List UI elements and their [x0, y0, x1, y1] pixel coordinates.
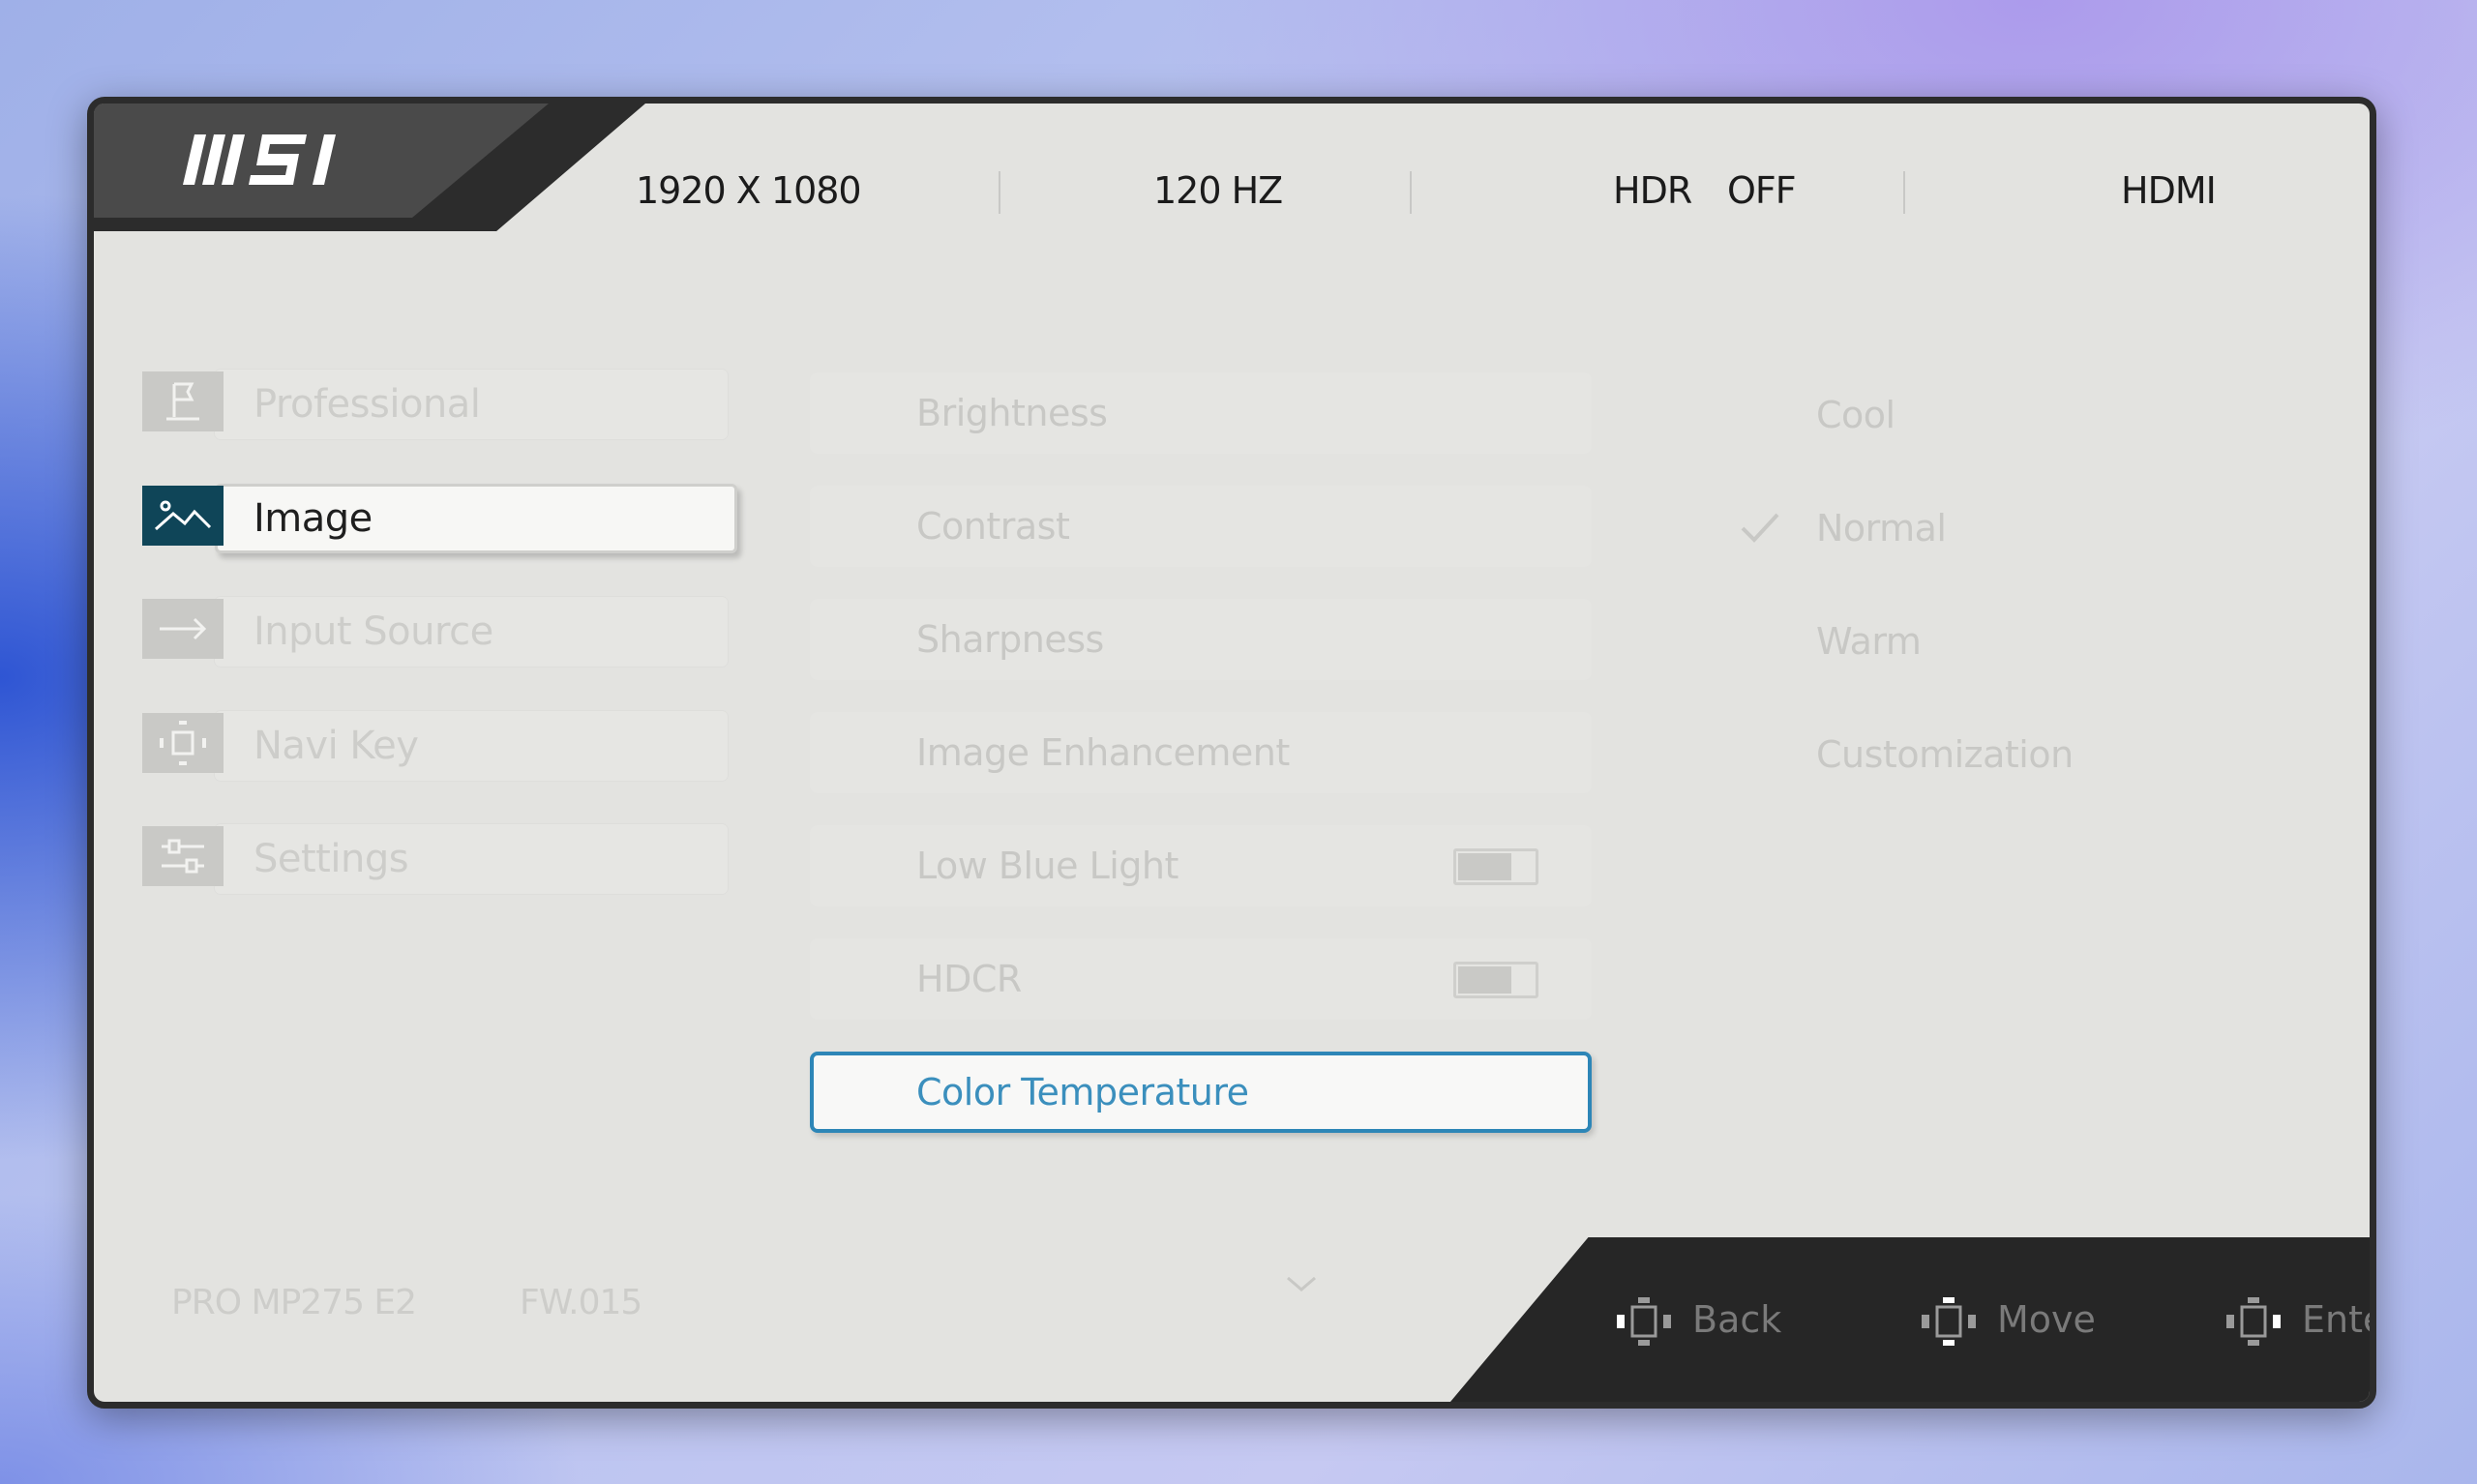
- resolution-text: 1920 X 1080: [636, 169, 862, 212]
- status-divider: [999, 171, 1000, 214]
- option-customization[interactable]: Customization: [1739, 716, 2319, 793]
- status-divider: [1903, 171, 1905, 214]
- input-source-text: HDMI: [2121, 169, 2217, 212]
- setting-color-temperature[interactable]: Color Temperature: [810, 1052, 1592, 1133]
- sliders-icon: [142, 826, 224, 886]
- move-label: Move: [1997, 1298, 2096, 1341]
- option-normal[interactable]: Normal: [1739, 490, 2319, 567]
- status-bar: 1920 X 1080 120 HZ HDR OFF HDMI: [636, 152, 2358, 229]
- navi-key-enter-icon: [2226, 1297, 2281, 1346]
- hdr-value: OFF: [1727, 169, 1797, 212]
- refresh-rate-text: 120 HZ: [1153, 169, 1283, 212]
- low-blue-light-toggle[interactable]: [1453, 848, 1538, 885]
- flag-icon: [142, 371, 224, 431]
- checkmark-icon: [1741, 513, 1779, 543]
- nav-hint-bar: Back Move Enter: [1450, 1237, 2370, 1402]
- setting-hdcr[interactable]: HDCR: [810, 938, 1592, 1020]
- option-label: Warm: [1816, 620, 1922, 663]
- navi-key-icon: [142, 713, 224, 773]
- image-icon: [142, 486, 224, 546]
- setting-label: Low Blue Light: [916, 845, 1179, 887]
- arrow-right-icon: [142, 599, 224, 659]
- menu-item-professional[interactable]: Professional: [142, 370, 732, 439]
- enter-label: Enter: [2302, 1298, 2370, 1341]
- menu-item-label: Professional: [254, 382, 481, 427]
- menu-item-label: Image: [254, 496, 373, 541]
- status-divider: [1410, 171, 1412, 214]
- setting-label: Image Enhancement: [916, 731, 1290, 774]
- setting-label: Brightness: [916, 392, 1108, 434]
- menu-item-label: Settings: [254, 837, 409, 881]
- setting-label: Sharpness: [916, 618, 1104, 661]
- setting-label: Contrast: [916, 505, 1070, 548]
- setting-label: Color Temperature: [916, 1071, 1249, 1113]
- option-label: Customization: [1816, 733, 2074, 776]
- navi-key-back-icon: [1617, 1297, 1671, 1346]
- hdr-label: HDR: [1613, 169, 1692, 212]
- model-name: PRO MP275 E2: [171, 1283, 417, 1322]
- setting-contrast[interactable]: Contrast: [810, 486, 1592, 567]
- menu-item-input-source[interactable]: Input Source: [142, 597, 732, 667]
- setting-brightness[interactable]: Brightness: [810, 372, 1592, 454]
- setting-image-enhancement[interactable]: Image Enhancement: [810, 712, 1592, 793]
- option-label: Cool: [1816, 394, 1895, 436]
- option-cool[interactable]: Cool: [1739, 376, 2319, 454]
- option-warm[interactable]: Warm: [1739, 603, 2319, 680]
- chevron-down-icon[interactable]: [1282, 1272, 1321, 1299]
- navi-key-move-icon: [1922, 1297, 1976, 1346]
- menu-item-settings[interactable]: Settings: [142, 824, 732, 894]
- menu-item-label: Input Source: [254, 609, 493, 654]
- msi-logo-icon: [183, 134, 336, 185]
- setting-label: HDCR: [916, 958, 1022, 1000]
- firmware-version: FW.015: [520, 1283, 642, 1322]
- back-label: Back: [1692, 1298, 1782, 1341]
- menu-item-navi-key[interactable]: Navi Key: [142, 711, 732, 781]
- menu-item-image[interactable]: Image: [142, 484, 737, 553]
- setting-low-blue-light[interactable]: Low Blue Light: [810, 825, 1592, 906]
- option-label: Normal: [1816, 507, 1947, 549]
- hdcr-toggle[interactable]: [1453, 962, 1538, 998]
- osd-panel: 1920 X 1080 120 HZ HDR OFF HDMI Professi…: [87, 97, 2376, 1409]
- setting-sharpness[interactable]: Sharpness: [810, 599, 1592, 680]
- menu-item-label: Navi Key: [254, 724, 419, 768]
